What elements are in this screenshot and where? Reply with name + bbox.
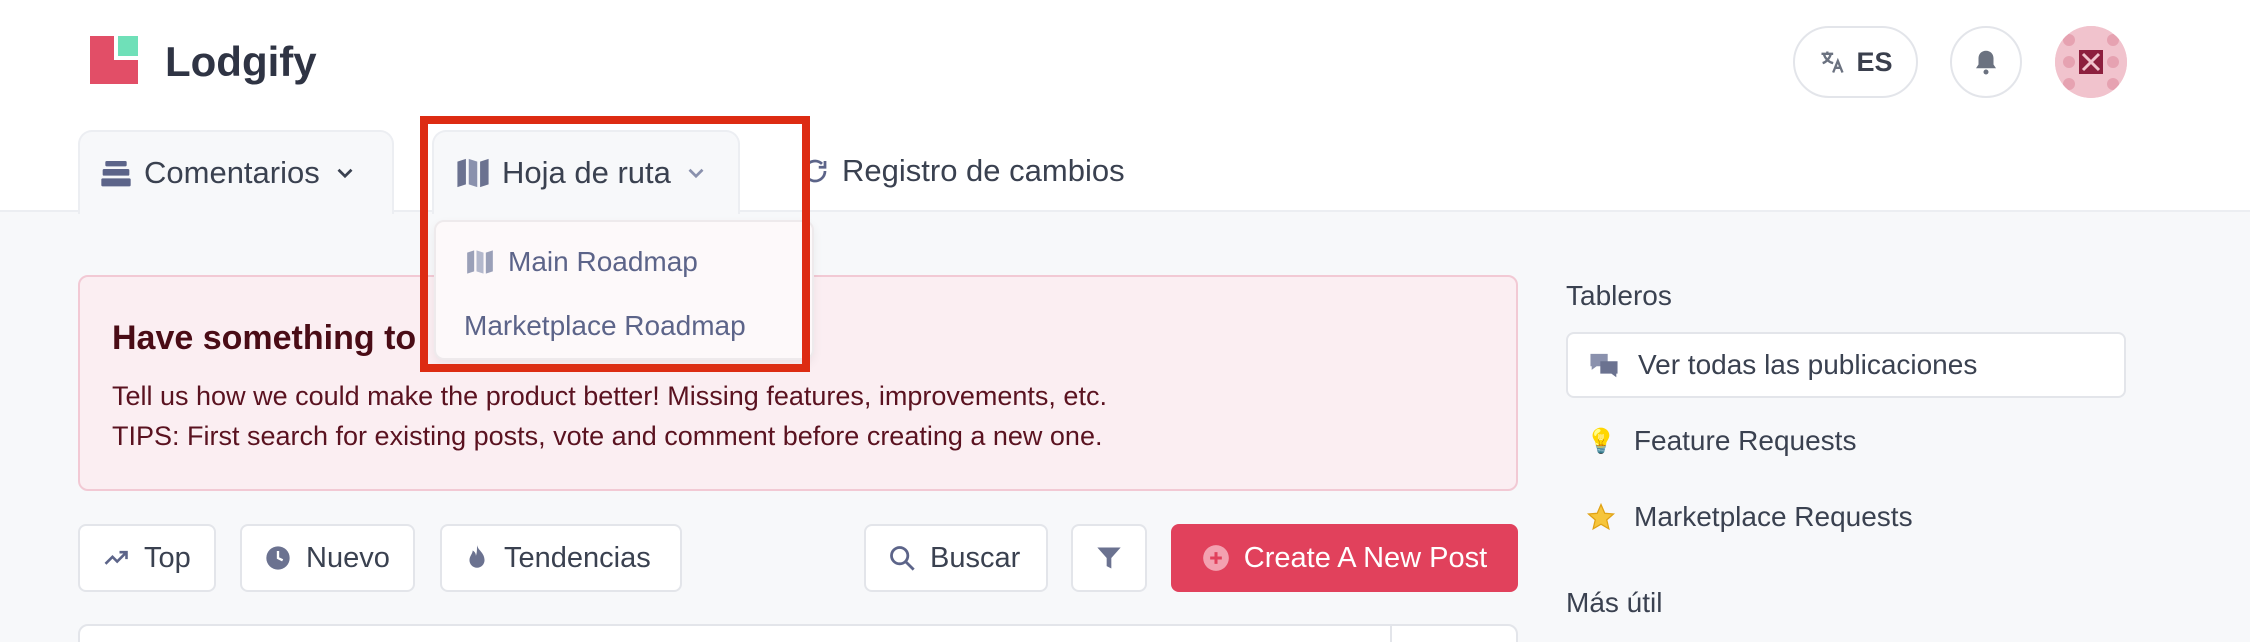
translate-icon	[1821, 51, 1845, 73]
clock-icon	[266, 546, 290, 570]
boards-heading: Tableros	[1566, 280, 1672, 311]
sidebar-item-label: Ver todas las publicaciones	[1638, 349, 1978, 380]
lightbulb-icon: 💡	[1586, 427, 1616, 455]
stack-icon	[101, 161, 131, 187]
notifications-button[interactable]	[1950, 26, 2022, 98]
banner-tips: TIPS: First search for existing posts, v…	[112, 421, 1103, 451]
star-icon	[1586, 502, 1616, 531]
sort-trending-button[interactable]: Tendencias	[440, 524, 682, 592]
search-icon	[890, 546, 915, 571]
list-divider	[1390, 626, 1392, 642]
search-label: Buscar	[930, 541, 1021, 574]
comments-icon	[1590, 353, 1618, 378]
lodgify-logo[interactable]	[90, 36, 140, 86]
chevron-down-icon	[337, 168, 353, 179]
sidebar-item-label: Feature Requests	[1633, 425, 1857, 456]
bell-icon	[1976, 50, 1996, 75]
search-button[interactable]: Buscar	[864, 524, 1048, 592]
post-list	[78, 624, 1518, 642]
sidebar-item-marketplace-requests[interactable]: Marketplace Requests	[1566, 484, 2126, 550]
top-header: Lodgify ES Comentarios Hoja de ruta Regi…	[0, 0, 2250, 214]
sort-top-label: Top	[144, 541, 191, 574]
sidebar-item-feature-requests[interactable]: 💡 Feature Requests	[1566, 408, 2126, 474]
highlight-box	[420, 116, 810, 372]
sort-new-label: Nuevo	[306, 541, 390, 574]
sidebar-item-all-posts[interactable]: Ver todas las publicaciones	[1566, 332, 2126, 398]
language-label: ES	[1856, 46, 1893, 77]
sort-top-button[interactable]: Top	[78, 524, 216, 592]
create-post-button[interactable]: Create A New Post	[1171, 524, 1518, 592]
filter-button[interactable]	[1071, 524, 1147, 592]
fire-icon	[469, 545, 485, 568]
sidebar-item-label: Marketplace Requests	[1634, 501, 1913, 532]
filter-icon	[1097, 547, 1121, 569]
tab-changelog[interactable]: Registro de cambios	[800, 130, 1125, 212]
tab-changelog-label: Registro de cambios	[842, 153, 1125, 188]
banner-description: Tell us how we could make the product be…	[112, 381, 1107, 411]
trending-up-icon	[104, 550, 128, 565]
sort-new-button[interactable]: Nuevo	[240, 524, 415, 592]
avatar-pattern-icon	[2055, 26, 2127, 98]
tab-comments[interactable]: Comentarios	[78, 130, 394, 214]
tab-comments-label: Comentarios	[144, 155, 320, 190]
language-button[interactable]: ES	[1793, 26, 1918, 98]
most-useful-heading: Más útil	[1566, 587, 1663, 618]
banner-title: Have something to	[112, 319, 417, 357]
user-avatar[interactable]	[2055, 26, 2127, 98]
create-post-label: Create A New Post	[1243, 541, 1488, 574]
plus-circle-icon	[1202, 545, 1229, 571]
brand-name[interactable]: Lodgify	[165, 36, 317, 88]
sort-trending-label: Tendencias	[504, 541, 651, 574]
